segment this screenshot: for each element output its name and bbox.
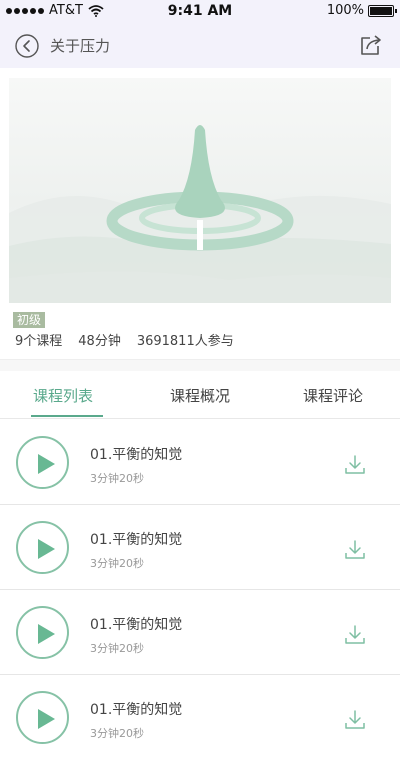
play-icon[interactable] [16, 691, 69, 744]
lesson-title: 01.平衡的知觉 [90, 447, 183, 463]
lesson-title: 01.平衡的知觉 [90, 617, 183, 633]
lesson-count: 9个课程 [15, 334, 63, 349]
status-bar: AT&T 9:41 AM 100% [0, 0, 400, 22]
back-icon[interactable] [14, 33, 40, 59]
share-icon[interactable] [358, 32, 384, 58]
lesson-item[interactable]: 01.平衡的知觉 3分钟20秒 [0, 420, 400, 505]
tab-course-reviews[interactable]: 课程评论 [303, 385, 363, 406]
download-icon[interactable] [344, 709, 366, 731]
play-icon[interactable] [16, 436, 69, 489]
battery-icon [368, 4, 397, 17]
download-icon[interactable] [344, 624, 366, 646]
battery-percent: 100% [326, 3, 364, 18]
nav-bar: 关于压力 [0, 22, 400, 68]
lesson-item[interactable]: 01.平衡的知觉 3分钟20秒 [0, 675, 400, 760]
participant-count: 3691811人参与 [136, 334, 234, 349]
course-banner [9, 78, 391, 303]
lesson-item[interactable]: 01.平衡的知觉 3分钟20秒 [0, 505, 400, 590]
lesson-list: 01.平衡的知觉 3分钟20秒 01.平衡的知觉 3分钟20秒 01.平衡的知觉… [0, 420, 400, 760]
page-title: 关于压力 [50, 37, 111, 55]
total-duration: 48分钟 [78, 334, 121, 349]
lesson-duration: 3分钟20秒 [90, 642, 144, 655]
lesson-duration: 3分钟20秒 [90, 557, 144, 570]
active-tab-indicator [31, 415, 103, 417]
lesson-duration: 3分钟20秒 [90, 727, 144, 740]
level-badge: 初级 [13, 312, 46, 328]
tab-course-overview[interactable]: 课程概况 [170, 385, 230, 406]
lesson-title: 01.平衡的知觉 [90, 532, 183, 548]
lesson-item[interactable]: 01.平衡的知觉 3分钟20秒 [0, 590, 400, 675]
status-right: 100% [326, 3, 397, 18]
section-divider [0, 359, 400, 371]
tab-bar: 课程列表 课程概况 课程评论 [0, 371, 400, 419]
play-icon[interactable] [16, 521, 69, 574]
lesson-duration: 3分钟20秒 [90, 472, 144, 485]
download-icon[interactable] [344, 454, 366, 476]
play-icon[interactable] [16, 606, 69, 659]
lesson-title: 01.平衡的知觉 [90, 702, 183, 718]
download-icon[interactable] [344, 539, 366, 561]
meditation-illustration [9, 125, 391, 303]
tab-course-list[interactable]: 课程列表 [33, 385, 93, 406]
course-stats: 9个课程 48分钟 3691811人参与 [15, 330, 234, 349]
